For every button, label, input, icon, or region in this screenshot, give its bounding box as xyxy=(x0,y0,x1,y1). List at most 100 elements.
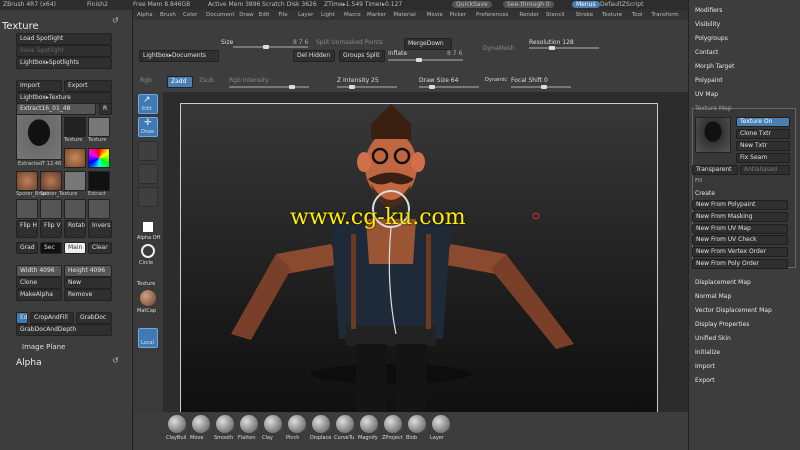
menu-document[interactable]: Document xyxy=(206,12,235,18)
texture-thumb-2[interactable] xyxy=(88,117,110,137)
texture-thumb-1[interactable] xyxy=(64,117,86,137)
brush-pinch-icon[interactable] xyxy=(288,415,306,433)
remove-button[interactable]: Remove xyxy=(64,289,112,301)
subpalette-modifiers[interactable]: Modifiers xyxy=(695,7,722,14)
brush-zproject-icon[interactable] xyxy=(384,415,402,433)
subpalette-displacement-map[interactable]: Displacement Map xyxy=(695,279,751,286)
texture-map-thumb[interactable] xyxy=(695,117,731,153)
texture-thumb-6[interactable] xyxy=(64,171,86,191)
texture-on-toggle[interactable]: Texture On xyxy=(736,117,790,127)
blank-thumb-4[interactable] xyxy=(88,199,110,219)
subpalette-vector-displacement-map[interactable]: Vector Displacement Map xyxy=(695,307,772,314)
inflate-slider[interactable] xyxy=(388,58,463,62)
new-txtr-button[interactable]: New Txtr xyxy=(736,141,790,151)
dynamesh-label[interactable]: DynaMesh xyxy=(483,45,514,52)
new-from-uv-map-button[interactable]: New From UV Map xyxy=(692,223,788,234)
texture-thumb-3[interactable] xyxy=(64,148,86,168)
new-from-masking-button[interactable]: New From Masking xyxy=(692,211,788,222)
material-sphere-icon[interactable] xyxy=(140,290,156,306)
new-from-vertex-order-button[interactable]: New From Vertex Order xyxy=(692,247,788,258)
subpalette-polygroups[interactable]: Polygroups xyxy=(695,35,728,42)
blank-thumb-1[interactable] xyxy=(16,199,38,219)
brush-flatten-icon[interactable] xyxy=(240,415,258,433)
menu-tool[interactable]: Tool xyxy=(632,12,643,18)
subpalette-texture-map[interactable]: Texture Map xyxy=(695,105,732,112)
width-slider[interactable]: Width 4096 xyxy=(16,265,62,277)
brush-curvetu-icon[interactable] xyxy=(336,415,354,433)
menu-preferences[interactable]: Preferences xyxy=(476,12,508,18)
size-slider[interactable] xyxy=(233,45,308,49)
menu-picker[interactable]: Picker xyxy=(450,12,466,18)
menu-texture[interactable]: Texture xyxy=(602,12,622,18)
brush-displace-icon[interactable] xyxy=(312,415,330,433)
dock-icon[interactable]: ↺ xyxy=(112,16,119,25)
menu-draw[interactable]: Draw xyxy=(239,12,253,18)
menu-material[interactable]: Material xyxy=(393,12,415,18)
brush-claybuil-icon[interactable] xyxy=(168,415,186,433)
subpalette-unified-skin[interactable]: Unified Skin xyxy=(695,335,731,342)
clear-button[interactable]: Clear xyxy=(88,242,112,254)
secondary-color-swatch[interactable]: Sec xyxy=(40,242,62,254)
local-button[interactable]: Local xyxy=(138,328,158,348)
clone-button[interactable]: Clone xyxy=(16,277,62,289)
brush-magnify-icon[interactable] xyxy=(360,415,378,433)
crop-and-fill-button[interactable]: CropAndFill xyxy=(30,312,74,324)
new-from-polypaint-button[interactable]: New From Polypaint xyxy=(692,200,788,210)
subpalette-export[interactable]: Export xyxy=(695,377,715,384)
color-thumb[interactable] xyxy=(88,148,110,168)
transparent-toggle[interactable]: Transparent xyxy=(692,165,738,175)
quicksave-button[interactable]: QuickSave xyxy=(452,1,492,8)
height-slider[interactable]: Height 4096 xyxy=(64,265,112,277)
flip-h-button[interactable]: Flip H xyxy=(16,220,38,238)
new-from-uv-check-button[interactable]: New From UV Check xyxy=(692,235,788,246)
rgb-toggle[interactable]: Rgb xyxy=(140,77,152,84)
menu-alpha[interactable]: Alpha xyxy=(137,12,153,18)
merge-down-button[interactable]: MergeDown xyxy=(404,38,452,50)
save-spotlight-button[interactable]: Save Spotlight xyxy=(16,45,112,57)
menu-color[interactable]: Color xyxy=(183,12,197,18)
grab-doc-and-depth-button[interactable]: GrabDocAndDepth xyxy=(16,324,112,336)
reset-button[interactable]: R xyxy=(99,103,112,115)
texture-thumb-5[interactable] xyxy=(40,171,62,191)
menus-toggle[interactable]: Menus xyxy=(572,1,600,8)
antialiased-toggle[interactable]: Antialiased xyxy=(740,165,790,175)
lightbox-documents-button[interactable]: Lightbox▸Documents xyxy=(139,50,219,62)
rotate-button[interactable] xyxy=(138,187,158,207)
blank-thumb-3[interactable] xyxy=(64,199,86,219)
fill-subpalette[interactable]: Fill xyxy=(695,178,702,184)
menu-transform[interactable]: Transform xyxy=(651,12,678,18)
menu-marker[interactable]: Marker xyxy=(367,12,386,18)
split-unmasked-label[interactable]: Split Unmasked Points xyxy=(316,39,383,46)
brush-blob-icon[interactable] xyxy=(408,415,426,433)
draw-size-slider[interactable] xyxy=(419,85,479,89)
z-intensity-slider[interactable] xyxy=(337,85,397,89)
subpalette-initialize[interactable]: Initialize xyxy=(695,349,720,356)
rgb-intensity-label[interactable]: Rgb Intensity xyxy=(229,77,269,84)
main-color-swatch[interactable]: Main xyxy=(64,242,86,254)
subpalette-polypaint[interactable]: Polypaint xyxy=(695,77,723,84)
subpalette-contact[interactable]: Contact xyxy=(695,49,718,56)
zadd-toggle[interactable]: Zadd xyxy=(167,76,193,88)
menu-macro[interactable]: Macro xyxy=(344,12,361,18)
groups-split-button[interactable]: Groups Split xyxy=(339,50,385,62)
menu-movie[interactable]: Movie xyxy=(427,12,443,18)
zsub-toggle[interactable]: Zsub xyxy=(199,77,214,84)
subpalette-morph-target[interactable]: Morph Target xyxy=(695,63,734,70)
menu-edit[interactable]: Edit xyxy=(259,12,270,18)
invers-button[interactable]: Invers xyxy=(88,220,112,238)
lightbox-spotlights-button[interactable]: Lightbox▸Spotlights xyxy=(16,57,112,69)
new-from-poly-order-button[interactable]: New From Poly Order xyxy=(692,259,788,269)
brush-layer-icon[interactable] xyxy=(432,415,450,433)
menu-brush[interactable]: Brush xyxy=(160,12,176,18)
focal-shift-slider[interactable] xyxy=(511,85,571,89)
export-button[interactable]: Export xyxy=(64,80,112,92)
dynamic-toggle[interactable]: Dynamic xyxy=(485,77,507,83)
texture-thumb-7[interactable] xyxy=(88,171,110,191)
default-zscript[interactable]: DefaultZScript xyxy=(600,1,643,8)
enable-draw-toggle[interactable]: Ed xyxy=(16,312,28,324)
fix-seam-button[interactable]: Fix Seam xyxy=(736,153,790,163)
menu-light[interactable]: Light xyxy=(321,12,335,18)
brush-smooth-icon[interactable] xyxy=(216,415,234,433)
rgb-intensity-slider[interactable] xyxy=(229,85,309,89)
alpha-dock-icon[interactable]: ↺ xyxy=(112,356,119,365)
